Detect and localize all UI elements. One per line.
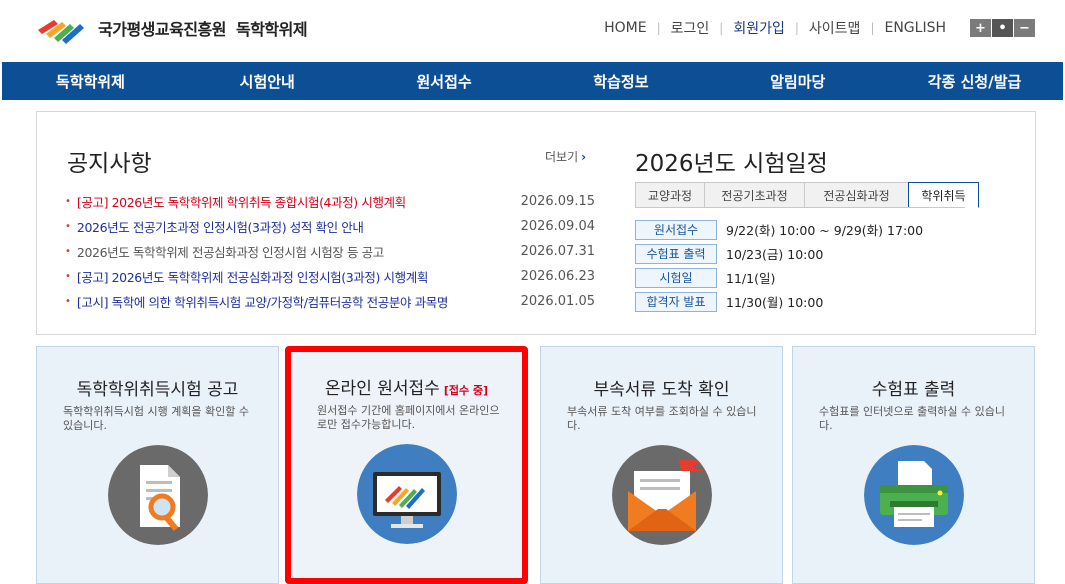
list-item[interactable]: • 2026년도 독학학위제 전공심화과정 인정시험 시험장 등 공고 2026.0…	[65, 239, 595, 264]
online-application-card[interactable]: 온라인 원서접수 [접수 중] 원서접수 기간에 홈페이지에서 온라인으로만 접수…	[285, 346, 528, 584]
notice-text[interactable]: [고시] 독학에 의한 학위취득시험 교양/가정학/컴퓨터공학 전공분야 과목명	[77, 292, 479, 311]
schedule-label: 시험일	[635, 267, 717, 288]
notice-date: 2026.07.31	[520, 244, 595, 259]
bullet-icon: •	[65, 221, 71, 232]
chevron-right-icon: ›	[581, 150, 587, 164]
mail-envelope-icon	[611, 445, 712, 545]
list-item[interactable]: • [고시] 독학에 의한 학위취득시험 교양/가정학/컴퓨터공학 전공분야 과목…	[65, 289, 595, 314]
schedule-row: 합격자 발표 11/30(월) 10:00	[635, 290, 923, 313]
card-title: 온라인 원서접수 [접수 중]	[291, 374, 522, 399]
list-item[interactable]: • 2026년도 전공기초과정 인정시험(3과정) 성적 확인 안내 2026.09…	[65, 214, 595, 239]
logo-mark-icon	[38, 20, 84, 44]
card-description: 독학학위취득시험 시행 계획을 확인할 수 있습니다.	[63, 405, 250, 432]
ticket-print-card[interactable]: 수험표 출력 수험표를 인터넷으로 출력하실 수 있습니다.	[792, 346, 1035, 584]
notice-date: 2026.01.05	[520, 294, 595, 309]
more-label: 더보기	[545, 150, 579, 164]
nav-item-about[interactable]: 독학학위제	[2, 62, 179, 100]
nav-item-exam-info[interactable]: 시험안내	[179, 62, 356, 100]
printer-icon	[863, 445, 964, 545]
login-link[interactable]: 로그인	[661, 18, 720, 38]
zoom-reset-button[interactable]: •	[992, 19, 1013, 37]
exam-notice-card[interactable]: 독학학위취득시험 공고 독학학위취득시험 시행 계획을 확인할 수 있습니다.	[36, 346, 279, 584]
list-item[interactable]: • [공고] 2026년도 독학학위제 학위취득 종합시험(4과정) 시행계획 20…	[65, 189, 595, 214]
card-description: 원서접수 기간에 홈페이지에서 온라인으로만 접수가능합니다.	[317, 404, 500, 431]
schedule-title: 2026년도 시험일정	[635, 151, 828, 177]
schedule-value: 10/23(금) 10:00	[726, 247, 824, 262]
notice-date: 2026.09.04	[520, 219, 595, 234]
zoom-in-button[interactable]: +	[970, 19, 991, 37]
schedule-value: 9/22(화) 10:00 ~ 9/29(화) 17:00	[726, 223, 924, 238]
schedule-tabs: 교양과정 전공기초과정 전공심화과정 학위취득	[635, 182, 979, 208]
card-title: 독학학위취득시험 공고	[76, 380, 239, 400]
schedule-value: 11/30(월) 10:00	[726, 295, 824, 310]
schedule-label: 원서접수	[635, 219, 717, 240]
bullet-icon: •	[65, 196, 71, 207]
bullet-icon: •	[65, 296, 71, 307]
notice-text[interactable]: 2026년도 전공기초과정 인정시험(3과정) 성적 확인 안내	[77, 217, 479, 236]
font-zoom-controls: + • −	[970, 19, 1035, 37]
card-title-text: 온라인 원서접수	[324, 379, 440, 399]
nav-item-study-info[interactable]: 학습정보	[532, 62, 709, 100]
notice-date: 2026.06.23	[520, 269, 595, 284]
notice-more-link[interactable]: 더보기 ›	[545, 148, 586, 165]
notice-date: 2026.09.15	[520, 194, 595, 209]
schedule-row: 시험일 11/1(일)	[635, 266, 923, 289]
schedule-label: 합격자 발표	[635, 291, 717, 312]
schedule-value: 11/1(일)	[726, 271, 776, 286]
notice-text[interactable]: 2026년도 독학학위제 전공심화과정 인정시험 시험장 등 공고	[77, 242, 479, 261]
document-search-icon	[107, 445, 208, 545]
info-panel: 공지사항 더보기 › • [공고] 2026년도 독학학위제 학위취득 종합시험(4…	[36, 111, 1036, 335]
utility-links: HOME | 로그인 | 회원가입 | 사이트맵 | ENGLISH + • −	[594, 18, 1035, 38]
notice-list: • [공고] 2026년도 독학학위제 학위취득 종합시험(4과정) 시행계획 20…	[65, 189, 595, 314]
nav-item-notice[interactable]: 알림마당	[709, 62, 886, 100]
notice-text[interactable]: [공고] 2026년도 독학학위제 전공심화과정 인정시험(3과정) 시행계획	[77, 267, 479, 286]
home-link[interactable]: HOME	[594, 20, 656, 36]
nav-item-application[interactable]: 원서접수	[356, 62, 533, 100]
card-description: 수험표를 인터넷으로 출력하실 수 있습니다.	[819, 405, 1006, 432]
tab-degree[interactable]: 학위취득	[908, 182, 979, 208]
schedule-table: 원서접수 9/22(화) 10:00 ~ 9/29(화) 17:00 수험표 출력…	[635, 218, 923, 314]
site-logo[interactable]: 국가평생교육진흥원 독학학위제	[36, 12, 308, 44]
notice-text[interactable]: [공고] 2026년도 독학학위제 학위취득 종합시험(4과정) 시행계획	[77, 192, 479, 211]
tab-general[interactable]: 교양과정	[635, 182, 705, 208]
schedule-row: 원서접수 9/22(화) 10:00 ~ 9/29(화) 17:00	[635, 218, 923, 241]
signup-link[interactable]: 회원가입	[723, 18, 795, 38]
notice-title: 공지사항	[67, 151, 152, 177]
org-name: 국가평생교육진흥원	[98, 20, 226, 39]
card-description: 부속서류 도착 여부를 조회하실 수 있습니다.	[567, 405, 757, 432]
list-item[interactable]: • [공고] 2026년도 독학학위제 전공심화과정 인정시험(3과정) 시행계획…	[65, 264, 595, 289]
tab-major-advanced[interactable]: 전공심화과정	[804, 182, 909, 208]
document-arrival-card[interactable]: 부속서류 도착 확인 부속서류 도착 여부를 조회하실 수 있습니다.	[540, 346, 783, 584]
nav-item-certificates[interactable]: 각종 신청/발급	[886, 62, 1063, 100]
divider	[635, 207, 965, 208]
sitemap-link[interactable]: 사이트맵	[799, 18, 871, 38]
schedule-row: 수험표 출력 10/23(금) 10:00	[635, 242, 923, 265]
schedule-label: 수험표 출력	[635, 243, 717, 264]
main-nav: 독학학위제 시험안내 원서접수 학습정보 알림마당 각종 신청/발급	[2, 62, 1063, 100]
monitor-logo-icon	[356, 444, 457, 544]
card-title: 수험표 출력	[871, 380, 956, 400]
english-link[interactable]: ENGLISH	[874, 20, 956, 36]
zoom-out-button[interactable]: −	[1014, 19, 1035, 37]
status-badge: [접수 중]	[443, 384, 489, 397]
system-name: 독학학위제	[235, 20, 308, 39]
card-title: 부속서류 도착 확인	[593, 380, 730, 400]
bullet-icon: •	[65, 246, 71, 257]
bullet-icon: •	[65, 271, 71, 282]
header: 국가평생교육진흥원 독학학위제 HOME | 로그인 | 회원가입 | 사이트맵…	[0, 0, 1065, 62]
tab-major-basic[interactable]: 전공기초과정	[704, 182, 805, 208]
